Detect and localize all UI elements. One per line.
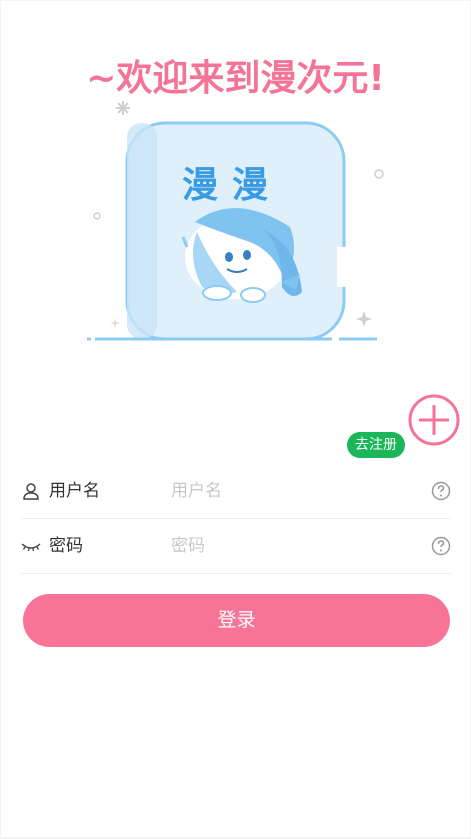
password-row: 密码 [21,519,451,574]
sparkle-icon [116,101,130,115]
closed-eye-icon [21,543,41,552]
register-button[interactable]: 去注册 [347,432,405,458]
password-label: 密码 [49,536,83,556]
login-page: ~欢迎来到漫次元! 漫漫 去注册 用户名 用户名 密码 登录 [1,1,470,837]
plus-circle-icon [408,394,460,446]
sparkle-icon [110,318,120,328]
page-title: ~欢迎来到漫次元! [86,58,385,99]
user-icon [23,483,39,500]
sign-text: 漫漫 [182,165,282,206]
question-circle-icon[interactable] [431,536,451,556]
username-input[interactable] [171,476,421,506]
add-button[interactable] [407,393,461,447]
sparkle-icon [356,311,372,327]
password-input[interactable] [171,531,421,561]
login-button[interactable]: 登录 [23,594,450,647]
dot-icon [374,169,384,179]
username-label: 用户名 [49,481,100,501]
username-row: 用户名 [21,464,451,519]
question-circle-icon[interactable] [431,481,451,501]
welcome-illustration: 漫漫 [87,101,384,341]
dot-icon [93,212,101,220]
